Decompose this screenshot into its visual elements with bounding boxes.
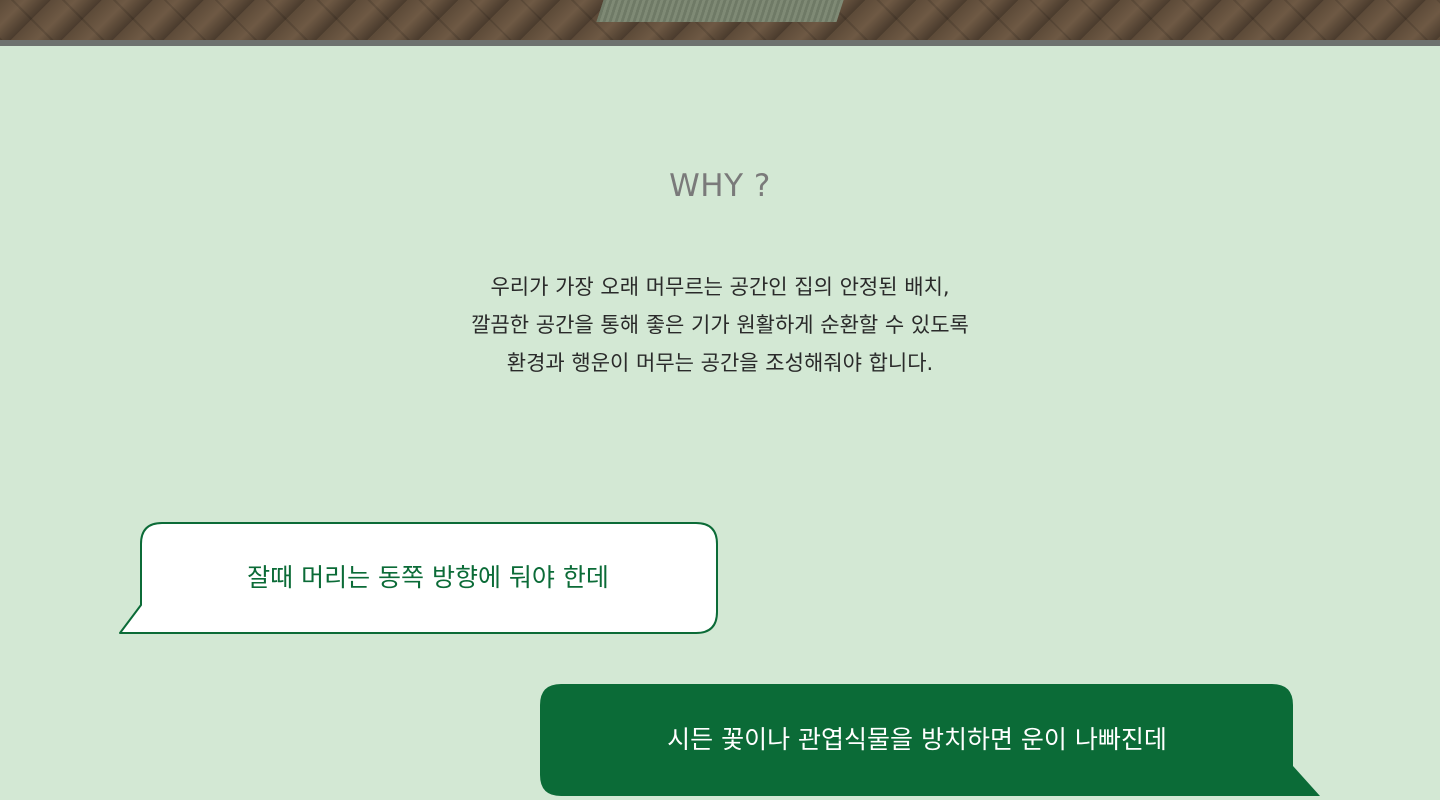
description-line-1: 우리가 가장 오래 머무르는 공간인 집의 안정된 배치,	[490, 275, 950, 299]
description-line-3: 환경과 행운이 머무는 공간을 조성해줘야 합니다.	[506, 351, 934, 375]
section-title: WHY ?	[669, 168, 771, 204]
hero-border	[0, 40, 1440, 46]
speech-bubble-green: 시든 꽃이나 관엽식물을 방치하면 운이 나빠진데	[540, 684, 1322, 800]
description-line-2: 깔끔한 공간을 통해 좋은 기가 원활하게 순환할 수 있도록	[471, 313, 969, 337]
rug-image	[596, 0, 844, 22]
speech-bubble-green-text: 시든 꽃이나 관엽식물을 방치하면 운이 나빠진데	[667, 725, 1167, 754]
speech-bubble-white: 잘때 머리는 동쪽 방향에 둬야 한데	[118, 522, 720, 636]
speech-bubble-white-text: 잘때 머리는 동쪽 방향에 둬야 한데	[247, 563, 609, 592]
section-description: 우리가 가장 오래 머무르는 공간인 집의 안정된 배치, 깔끔한 공간을 통해…	[0, 268, 1440, 382]
